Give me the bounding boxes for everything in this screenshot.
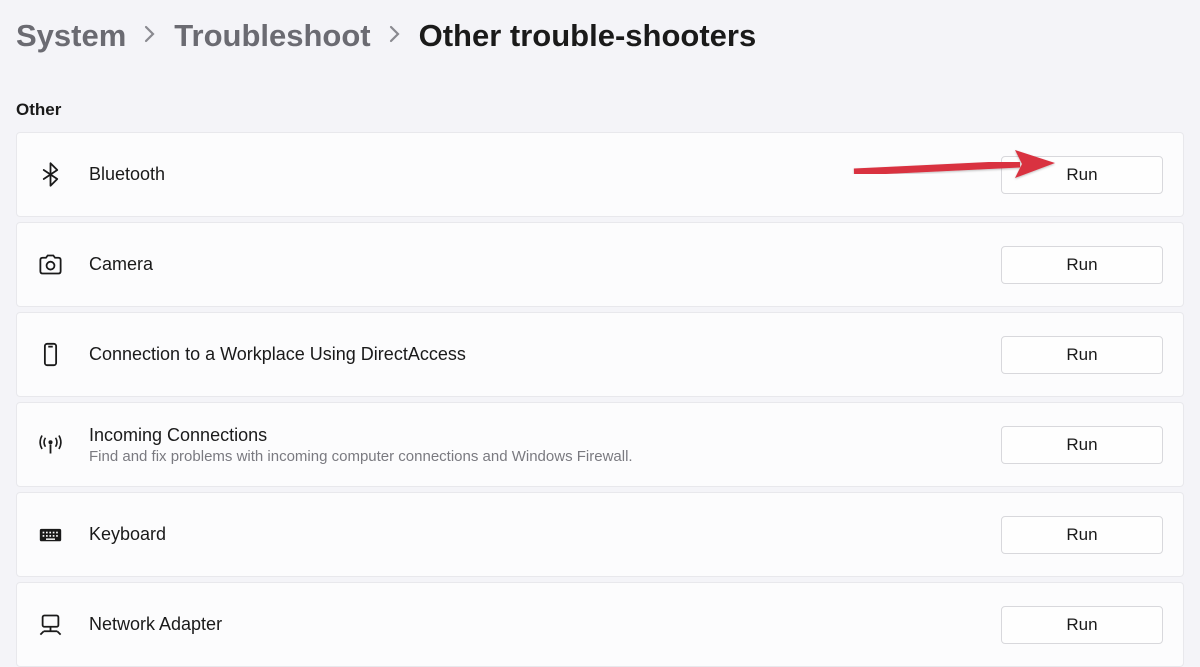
troubleshooter-label: Bluetooth xyxy=(89,164,1001,185)
section-header-other: Other xyxy=(0,54,1200,132)
breadcrumb-system[interactable]: System xyxy=(16,18,126,54)
run-button-network[interactable]: Run xyxy=(1001,606,1163,644)
troubleshooters-list: Bluetooth Run Camera Run Connection to a… xyxy=(0,132,1200,667)
troubleshooter-text: Camera xyxy=(89,254,1001,275)
troubleshooter-row-bluetooth[interactable]: Bluetooth Run xyxy=(16,132,1184,217)
breadcrumb-current: Other trouble-shooters xyxy=(419,18,757,54)
troubleshooter-label: Incoming Connections xyxy=(89,425,1001,446)
troubleshooter-text: Bluetooth xyxy=(89,164,1001,185)
chevron-right-icon xyxy=(144,25,156,48)
troubleshooter-label: Keyboard xyxy=(89,524,1001,545)
troubleshooter-text: Connection to a Workplace Using DirectAc… xyxy=(89,344,1001,365)
troubleshooter-text: Keyboard xyxy=(89,524,1001,545)
troubleshooter-row-directaccess[interactable]: Connection to a Workplace Using DirectAc… xyxy=(16,312,1184,397)
keyboard-icon xyxy=(37,521,89,548)
run-button-incoming[interactable]: Run xyxy=(1001,426,1163,464)
run-button-camera[interactable]: Run xyxy=(1001,246,1163,284)
camera-icon xyxy=(37,251,89,278)
troubleshooter-row-camera[interactable]: Camera Run xyxy=(16,222,1184,307)
troubleshooter-row-incoming-connections[interactable]: Incoming Connections Find and fix proble… xyxy=(16,402,1184,487)
run-button-directaccess[interactable]: Run xyxy=(1001,336,1163,374)
run-button-keyboard[interactable]: Run xyxy=(1001,516,1163,554)
breadcrumb: System Troubleshoot Other trouble-shoote… xyxy=(0,0,1200,54)
troubleshooter-row-network-adapter[interactable]: Network Adapter Run xyxy=(16,582,1184,667)
phone-icon xyxy=(37,341,89,368)
troubleshooter-label: Camera xyxy=(89,254,1001,275)
troubleshooter-label: Network Adapter xyxy=(89,614,1001,635)
antenna-icon xyxy=(37,431,89,458)
troubleshooter-row-keyboard[interactable]: Keyboard Run xyxy=(16,492,1184,577)
troubleshooter-text: Incoming Connections Find and fix proble… xyxy=(89,425,1001,465)
network-icon xyxy=(37,611,89,638)
run-button-bluetooth[interactable]: Run xyxy=(1001,156,1163,194)
troubleshooter-label: Connection to a Workplace Using DirectAc… xyxy=(89,344,1001,365)
chevron-right-icon xyxy=(389,25,401,48)
breadcrumb-troubleshoot[interactable]: Troubleshoot xyxy=(174,18,370,54)
troubleshooter-desc: Find and fix problems with incoming comp… xyxy=(89,448,1001,465)
bluetooth-icon xyxy=(37,161,89,188)
troubleshooter-text: Network Adapter xyxy=(89,614,1001,635)
